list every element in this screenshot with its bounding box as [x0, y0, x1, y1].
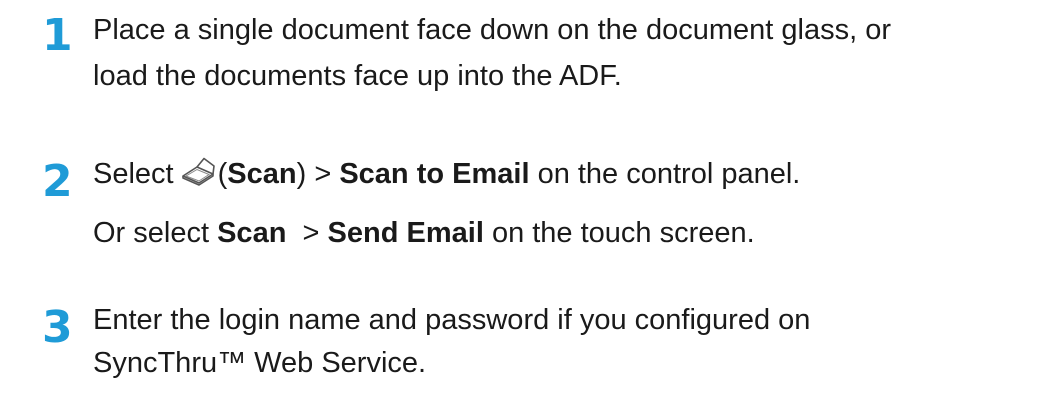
step-text-line: Place a single document face down on the…	[93, 14, 891, 46]
step-text-line: SyncThru™ Web Service.	[93, 347, 427, 379]
scan-label: Scan	[227, 158, 297, 190]
scan-label: Scan	[217, 217, 287, 249]
step-number: 2	[42, 156, 73, 207]
step-text-line: Select (Scan) > Scan to Email on the con…	[93, 156, 800, 192]
send-email-label: Send Email	[327, 217, 484, 249]
step-number: 3	[42, 302, 73, 353]
paren-open: (	[217, 158, 228, 190]
step-text-line: load the documents face up into the ADF.	[93, 60, 622, 92]
step-text-line: Enter the login name and password if you…	[93, 304, 811, 336]
or-select-text: Or select	[93, 217, 210, 249]
scan-to-email-label: Scan to Email	[339, 158, 530, 190]
select-text: Select	[93, 158, 174, 190]
scan-icon	[180, 157, 216, 187]
step-text-tail: on the control panel.	[537, 158, 801, 190]
step-number: 1	[42, 10, 73, 61]
step-text-line: Or select Scan > Send Email on the touch…	[93, 215, 755, 251]
paren-close: ) >	[296, 158, 332, 190]
gt-symbol: >	[302, 217, 320, 249]
step-text-tail: on the touch screen.	[491, 217, 755, 249]
